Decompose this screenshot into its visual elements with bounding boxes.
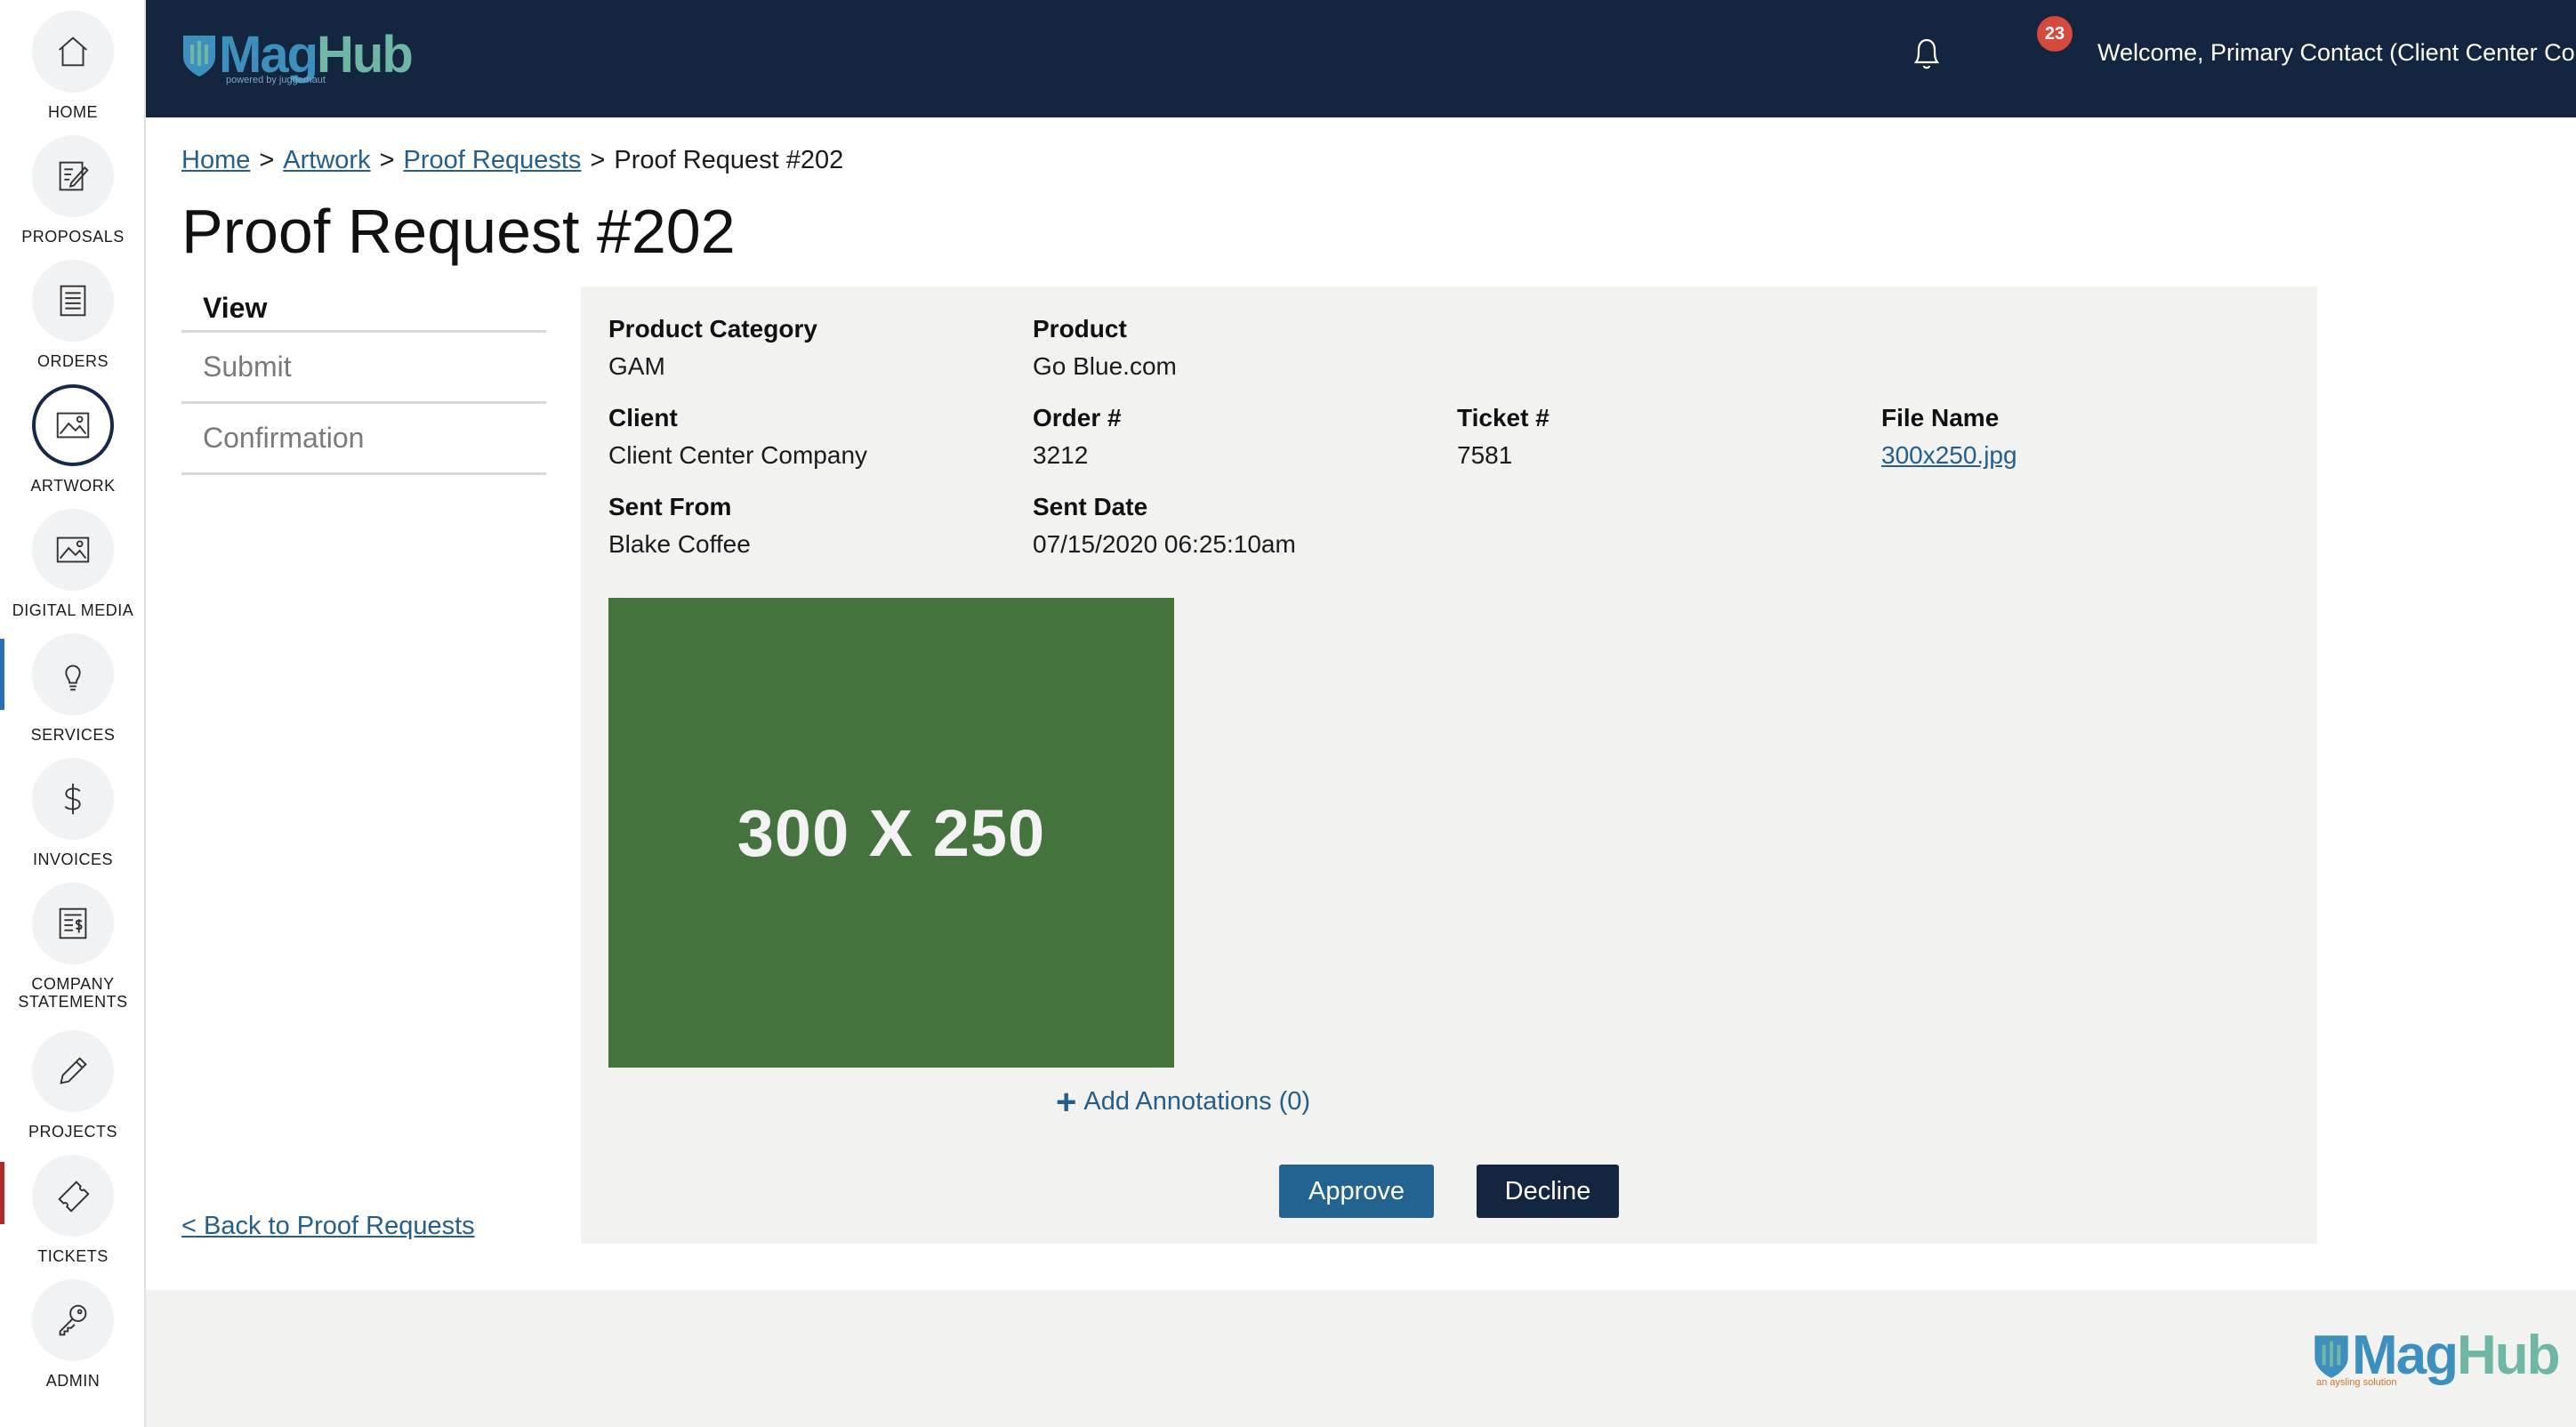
step-confirmation[interactable]: Confirmation	[181, 404, 546, 475]
sidebar-item-label: ADMIN	[45, 1372, 101, 1390]
maghub-crest-icon	[183, 35, 215, 77]
welcome-user-menu[interactable]: Welcome, Primary Contact (Client Center …	[2097, 39, 2576, 67]
lightbulb-icon	[32, 633, 114, 715]
image-icon	[32, 509, 114, 591]
logo-tagline: powered by juggernaut	[226, 75, 326, 85]
image-icon	[32, 384, 114, 466]
breadcrumb: Home > Artwork > Proof Requests > Proof Reques…	[181, 146, 843, 175]
artwork-preview-image[interactable]: 300 X 250	[608, 598, 1174, 1068]
field-value: Client Center Company	[608, 441, 868, 469]
sidebar-item-label: TICKETS	[37, 1247, 109, 1265]
sidebar-item-proposals[interactable]: PROPOSALS	[0, 135, 146, 246]
home-icon	[32, 11, 114, 93]
step-submit[interactable]: Submit	[181, 333, 546, 404]
maghub-logo[interactable]: MagHub powered by juggernaut	[180, 25, 414, 85]
field-label: Sent From	[608, 493, 732, 520]
sent-date-field: Sent Date 07/15/2020 06:25:10am	[1033, 493, 1296, 559]
approve-button[interactable]: Approve	[1279, 1165, 1434, 1218]
breadcrumb-artwork-link[interactable]: Artwork	[283, 146, 370, 174]
field-label: File Name	[1881, 404, 2000, 431]
sidebar-item-company-statements[interactable]: COMPANY STATEMENTS	[0, 883, 146, 1011]
ticket-number-field: Ticket # 7581	[1457, 404, 1550, 470]
sidebar-item-label: DIGITAL MEDIA	[12, 601, 134, 619]
field-label: Ticket #	[1457, 404, 1550, 431]
notification-count-badge[interactable]: 23	[2037, 16, 2073, 52]
breadcrumb-separator: >	[379, 146, 395, 174]
page-title: Proof Request #202	[181, 197, 736, 266]
logo-tagline: an aysling solution	[2316, 1377, 2397, 1388]
proposal-edit-icon	[32, 135, 114, 217]
client-field: Client Client Center Company	[608, 404, 867, 470]
add-annotations-link[interactable]: + Add Annotations (0)	[1056, 1082, 1311, 1122]
document-lines-icon	[32, 260, 114, 342]
sidebar-item-label: INVOICES	[32, 851, 114, 868]
field-label: Product Category	[608, 315, 817, 343]
product-category-field: Product Category GAM	[608, 315, 817, 381]
breadcrumb-separator: >	[590, 146, 606, 174]
product-field: Product Go Blue.com	[1033, 315, 1177, 381]
field-label: Product	[1033, 315, 1127, 343]
ticket-icon	[32, 1155, 114, 1237]
sidebar-item-invoices[interactable]: INVOICES	[0, 758, 146, 868]
field-label: Order #	[1033, 404, 1122, 431]
file-name-field: File Name 300x250.jpg	[1881, 404, 2017, 470]
footer-maghub-logo: MagHub an aysling solution	[2311, 1324, 2561, 1388]
breadcrumb-proof-requests-link[interactable]: Proof Requests	[404, 146, 582, 174]
decline-button[interactable]: Decline	[1477, 1165, 1619, 1218]
field-value: GAM	[608, 352, 665, 380]
field-value: 07/15/2020 06:25:10am	[1033, 530, 1296, 558]
sent-from-field: Sent From Blake Coffee	[608, 493, 751, 559]
field-value: Blake Coffee	[608, 530, 751, 558]
field-value: Go Blue.com	[1033, 352, 1177, 380]
breadcrumb-current: Proof Request #202	[614, 146, 844, 174]
sidebar-item-admin[interactable]: ADMIN	[0, 1279, 146, 1390]
breadcrumb-home-link[interactable]: Home	[181, 146, 250, 174]
sidebar-item-label: COMPANY STATEMENTS	[18, 975, 128, 1011]
sidebar-item-home[interactable]: HOME	[0, 11, 146, 121]
statement-icon	[32, 883, 114, 964]
add-annotations-label: Add Annotations (0)	[1083, 1087, 1311, 1116]
file-name-link[interactable]: 300x250.jpg	[1881, 441, 2017, 470]
order-number-field: Order # 3212	[1033, 404, 1122, 470]
field-label: Sent Date	[1033, 493, 1148, 520]
field-value: 3212	[1033, 441, 1089, 469]
maghub-crest-icon	[2314, 1334, 2348, 1378]
proof-steps-nav: View Submit Confirmation	[181, 285, 546, 475]
pencil-icon	[32, 1030, 114, 1112]
sidebar-item-projects[interactable]: PROJECTS	[0, 1030, 146, 1141]
sidebar-item-label: ORDERS	[36, 352, 109, 370]
sidebar-item-label: HOME	[48, 103, 98, 121]
key-icon	[32, 1279, 114, 1361]
sidebar-item-label: SERVICES	[30, 726, 116, 744]
sidebar-item-orders[interactable]: ORDERS	[0, 260, 146, 370]
notifications-bell-icon[interactable]	[1909, 32, 1944, 73]
preview-image-text: 300 X 250	[737, 795, 1046, 870]
top-header: MagHub powered by juggernaut 23 Welcome,…	[146, 0, 2576, 117]
sidebar-nav: HOME PROPOSALS ORDERS ARTWORK DIGITAL ME…	[0, 0, 146, 1427]
plus-icon: +	[1056, 1082, 1077, 1122]
sidebar-item-label: PROPOSALS	[21, 228, 125, 246]
breadcrumb-separator: >	[259, 146, 275, 174]
dollar-icon	[32, 758, 114, 840]
sidebar-item-services[interactable]: SERVICES	[0, 633, 146, 744]
sidebar-item-label: PROJECTS	[28, 1123, 117, 1141]
back-to-proof-requests-link[interactable]: < Back to Proof Requests	[181, 1212, 475, 1241]
step-view[interactable]: View	[181, 285, 546, 333]
sidebar-item-label: ARTWORK	[30, 477, 116, 495]
sidebar-item-digital-media[interactable]: DIGITAL MEDIA	[0, 509, 146, 619]
field-value: 7581	[1457, 441, 1513, 469]
field-label: Client	[608, 404, 678, 431]
page-footer: MagHub an aysling solution	[146, 1290, 2576, 1427]
proof-details-panel: Product Category GAM Product Go Blue.com…	[581, 286, 2317, 1244]
sidebar-item-tickets[interactable]: TICKETS	[0, 1155, 146, 1265]
sidebar-item-artwork[interactable]: ARTWORK	[0, 384, 146, 495]
